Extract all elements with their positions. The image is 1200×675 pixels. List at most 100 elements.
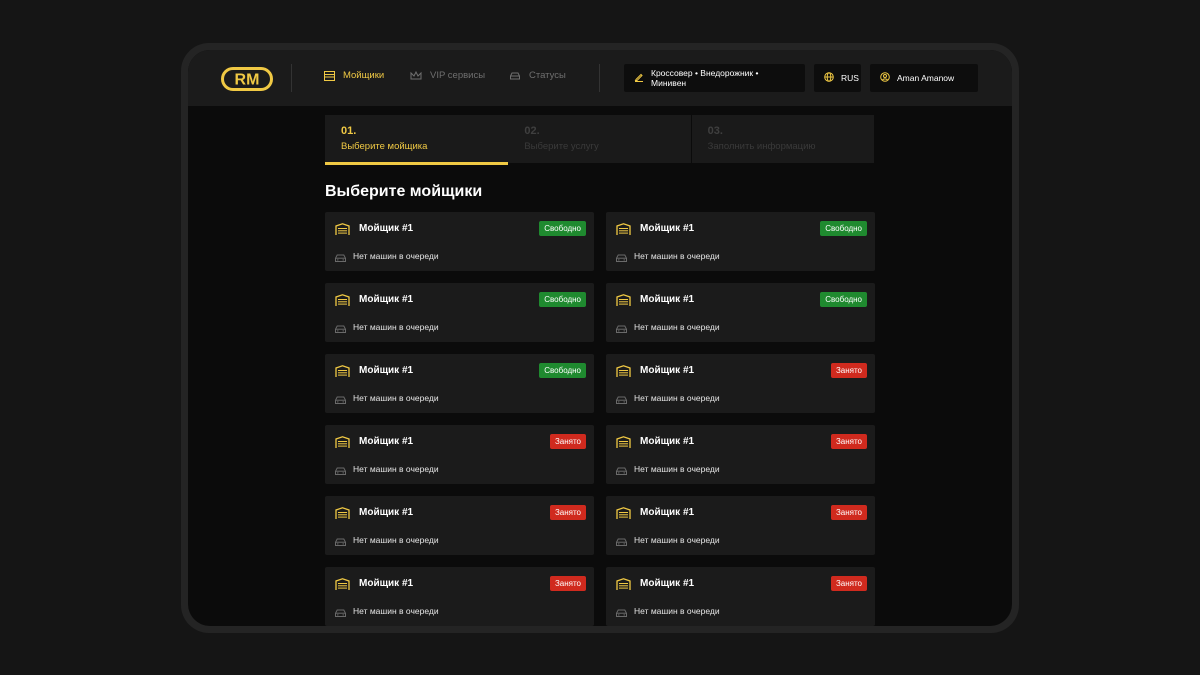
washer-name: Мойщик #1	[640, 223, 695, 234]
queue-status: Нет машин в очереди	[634, 464, 720, 474]
garage-icon	[335, 294, 350, 312]
status-badge: Занято	[549, 505, 586, 520]
queue-status: Нет машин в очереди	[634, 393, 720, 403]
washer-card[interactable]: Мойщик #1 Свободно Нет машин в очереди	[325, 212, 594, 271]
garage-icon	[616, 294, 631, 312]
queue-status: Нет машин в очереди	[353, 393, 439, 403]
washer-name: Мойщик #1	[359, 294, 414, 305]
status-badge: Занято	[830, 576, 867, 591]
garage-icon	[616, 436, 631, 454]
queue-status: Нет машин в очереди	[353, 251, 439, 261]
washer-box-icon	[324, 70, 335, 81]
washer-card[interactable]: Мойщик #1 Занято Нет машин в очереди	[325, 567, 594, 626]
washer-card[interactable]: Мойщик #1 Свободно Нет машин в очереди	[606, 212, 875, 271]
washer-card[interactable]: Мойщик #1 Занято Нет машин в очереди	[606, 496, 875, 555]
washer-name: Мойщик #1	[640, 365, 695, 376]
status-badge: Занято	[830, 434, 867, 449]
tablet-frame: RM Мойщики VIP сервисы Статусы Кроссовер…	[181, 43, 1019, 633]
queue-status: Нет машин в очереди	[634, 535, 720, 545]
logo[interactable]: RM	[221, 67, 273, 96]
edit-icon	[634, 72, 644, 84]
nav-statuses-label: Статусы	[529, 70, 566, 81]
garage-icon	[335, 578, 350, 596]
status-badge: Занято	[549, 434, 586, 449]
nav-vip-services[interactable]: VIP сервисы	[410, 70, 485, 81]
queue-status: Нет машин в очереди	[634, 322, 720, 332]
washer-card[interactable]: Мойщик #1 Свободно Нет машин в очереди	[325, 354, 594, 413]
user-menu[interactable]: Aman Amanow	[870, 64, 978, 92]
garage-icon	[335, 436, 350, 454]
top-navbar: RM Мойщики VIP сервисы Статусы Кроссовер…	[188, 50, 1012, 106]
user-icon	[880, 72, 890, 84]
step-label: Заполнить информацию	[707, 141, 816, 152]
nav-washers-label: Мойщики	[343, 70, 385, 81]
step-label: Выберите мойщика	[341, 141, 428, 152]
washer-name: Мойщик #1	[359, 578, 414, 589]
garage-icon	[616, 578, 631, 596]
washer-card[interactable]: Мойщик #1 Занято Нет машин в очереди	[606, 425, 875, 484]
washer-card[interactable]: Мойщик #1 Занято Нет машин в очереди	[325, 425, 594, 484]
car-icon	[334, 392, 347, 410]
car-icon	[334, 321, 347, 339]
car-icon	[334, 605, 347, 623]
garage-icon	[616, 223, 631, 241]
queue-status: Нет машин в очереди	[353, 606, 439, 616]
car-icon	[615, 392, 628, 410]
queue-status: Нет машин в очереди	[353, 464, 439, 474]
step-label: Выберите услугу	[524, 141, 599, 152]
divider	[599, 64, 600, 92]
app-screen: RM Мойщики VIP сервисы Статусы Кроссовер…	[188, 50, 1012, 626]
washer-card[interactable]: Мойщик #1 Свободно Нет машин в очереди	[606, 283, 875, 342]
car-icon	[615, 534, 628, 552]
nav-washers[interactable]: Мойщики	[324, 70, 384, 81]
car-icon	[334, 463, 347, 481]
garage-icon	[616, 507, 631, 525]
user-name: Aman Amanow	[897, 73, 955, 83]
washer-name: Мойщик #1	[359, 436, 414, 447]
car-icon	[615, 605, 628, 623]
language-selector[interactable]: RUS	[814, 64, 861, 92]
washer-card[interactable]: Мойщик #1 Занято Нет машин в очереди	[325, 496, 594, 555]
washer-name: Мойщик #1	[359, 365, 414, 376]
washer-card[interactable]: Мойщик #1 Занято Нет машин в очереди	[606, 567, 875, 626]
status-badge: Свободно	[539, 292, 586, 307]
washer-card[interactable]: Мойщик #1 Занято Нет машин в очереди	[606, 354, 875, 413]
svg-text:RM: RM	[235, 72, 260, 89]
car-icon	[615, 463, 628, 481]
washer-card[interactable]: Мойщик #1 Свободно Нет машин в очереди	[325, 283, 594, 342]
garage-icon	[335, 507, 350, 525]
queue-status: Нет машин в очереди	[353, 322, 439, 332]
status-badge: Свободно	[820, 292, 867, 307]
nav-statuses[interactable]: Статусы	[509, 70, 566, 81]
status-badge: Свободно	[539, 363, 586, 378]
status-badge: Свободно	[820, 221, 867, 236]
car-types-label: Кроссовер • Внедорожник • Минивен	[651, 68, 759, 88]
garage-icon	[335, 365, 350, 383]
washer-name: Мойщик #1	[640, 507, 695, 518]
step-select-washer[interactable]: 01. Выберите мойщика	[325, 115, 508, 165]
car-icon	[615, 250, 628, 268]
status-badge: Свободно	[539, 221, 586, 236]
washer-name: Мойщик #1	[640, 294, 695, 305]
language-label: RUS	[841, 73, 859, 83]
washer-name: Мойщик #1	[640, 578, 695, 589]
step-fill-info[interactable]: 03. Заполнить информацию	[691, 115, 875, 163]
car-icon	[334, 250, 347, 268]
washer-name: Мойщик #1	[640, 436, 695, 447]
nav-vip-label: VIP сервисы	[430, 70, 486, 81]
queue-status: Нет машин в очереди	[353, 535, 439, 545]
car-icon	[334, 534, 347, 552]
status-badge: Занято	[549, 576, 586, 591]
car-type-selector[interactable]: Кроссовер • Внедорожник • Минивен	[624, 64, 805, 92]
globe-icon	[824, 72, 834, 84]
step-select-service[interactable]: 02. Выберите услугу	[508, 115, 692, 163]
status-badge: Занято	[830, 505, 867, 520]
washer-name: Мойщик #1	[359, 507, 414, 518]
queue-status: Нет машин в очереди	[634, 606, 720, 616]
garage-icon	[335, 223, 350, 241]
crown-icon	[410, 70, 422, 81]
car-icon	[509, 71, 521, 81]
step-number: 02.	[524, 125, 540, 137]
step-number: 01.	[341, 125, 357, 137]
washer-name: Мойщик #1	[359, 223, 414, 234]
